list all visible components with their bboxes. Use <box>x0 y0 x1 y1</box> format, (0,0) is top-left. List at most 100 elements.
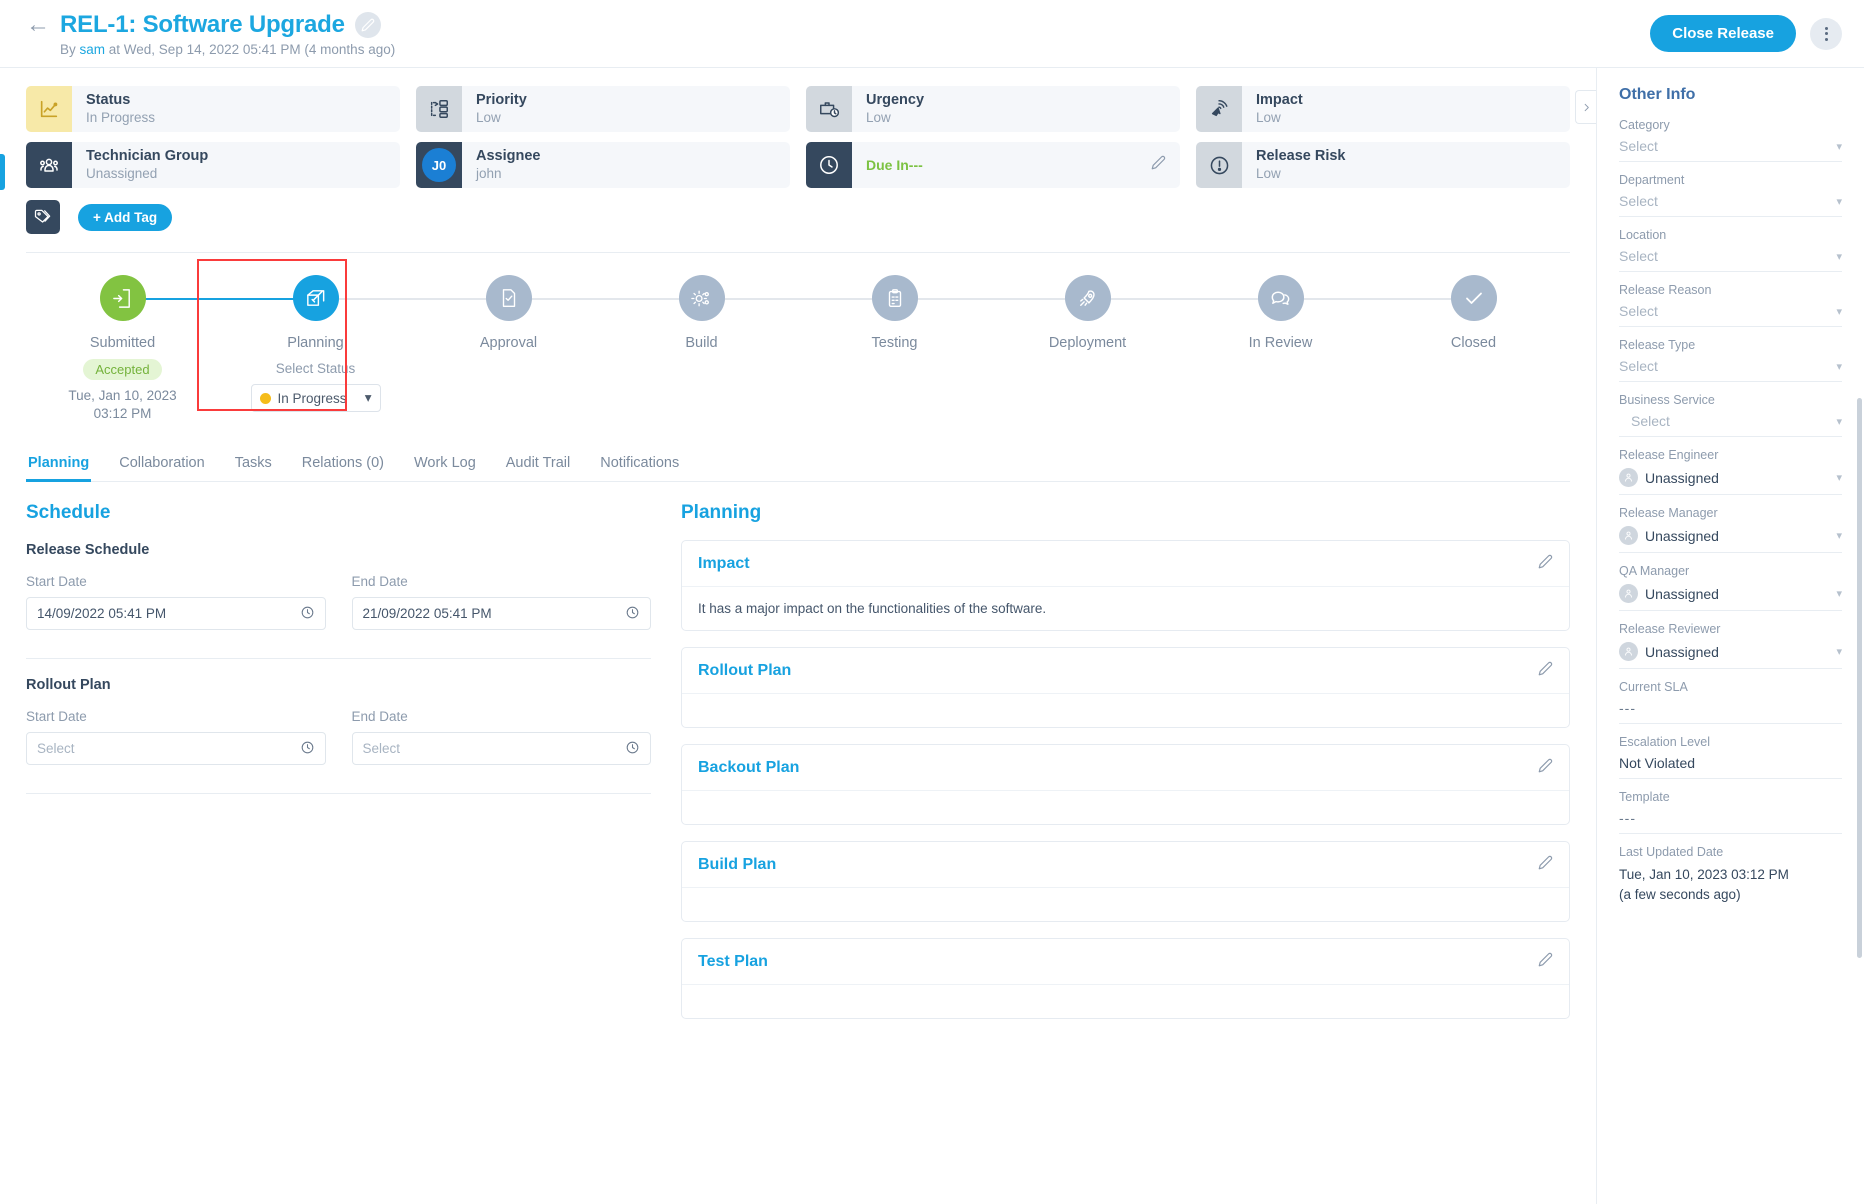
workflow-stepper: Submitted Accepted Tue, Jan 10, 2023 03:… <box>26 275 1570 435</box>
clock-icon[interactable] <box>625 605 640 623</box>
planning-card-impact-head: Impact <box>682 541 1569 586</box>
impact-card-text: Impact Low <box>1242 91 1303 127</box>
step-submitted[interactable]: Submitted Accepted Tue, Jan 10, 2023 03:… <box>26 275 219 423</box>
tab-notifications[interactable]: Notifications <box>598 449 681 481</box>
field-escalation-level-label: Escalation Level <box>1619 735 1842 749</box>
field-last-updated-value: Tue, Jan 10, 2023 03:12 PM <box>1619 865 1842 885</box>
field-release-reviewer-row: Unassigned ▾ <box>1619 642 1842 661</box>
chevron-down-icon: ▾ <box>1836 587 1842 600</box>
field-business-service[interactable]: Business Service Select ▾ <box>1619 393 1842 437</box>
field-release-reason-row: Select ▾ <box>1619 303 1842 319</box>
planning-title: Planning <box>681 502 1570 524</box>
release-risk-value: Low <box>1256 165 1345 183</box>
impact-card[interactable]: Impact Low <box>1196 86 1570 132</box>
field-release-reviewer[interactable]: Release Reviewer Unassigned ▾ <box>1619 622 1842 669</box>
main-column: Status In Progress Priority Low <box>0 68 1596 1204</box>
due-in-pencil-icon[interactable] <box>1151 155 1166 175</box>
field-category[interactable]: Category Select ▾ <box>1619 118 1842 162</box>
rollout-start-input[interactable]: Select <box>26 732 326 765</box>
field-department-value: Select <box>1619 193 1658 209</box>
connector-approval-build <box>509 298 702 300</box>
field-release-reason[interactable]: Release Reason Select ▾ <box>1619 283 1842 327</box>
arrow-left-icon[interactable]: ← <box>26 13 50 37</box>
close-release-button[interactable]: Close Release <box>1650 15 1796 52</box>
field-department[interactable]: Department Select ▾ <box>1619 173 1842 217</box>
tab-tasks[interactable]: Tasks <box>233 449 274 481</box>
pencil-icon[interactable] <box>1538 758 1553 778</box>
field-qa-manager[interactable]: QA Manager Unassigned ▾ <box>1619 564 1842 611</box>
pencil-icon[interactable] <box>1538 661 1553 681</box>
chevron-right-icon[interactable] <box>1575 90 1596 124</box>
info-cards: Status In Progress Priority Low <box>26 68 1570 188</box>
tag-row: + Add Tag <box>26 200 1570 234</box>
field-release-type[interactable]: Release Type Select ▾ <box>1619 338 1842 382</box>
planning-card-rollout-plan-body <box>682 693 1569 727</box>
clipboard-list-icon <box>872 275 918 321</box>
field-release-engineer-row: Unassigned ▾ <box>1619 468 1842 487</box>
rollout-end-field: End Date Select <box>352 709 652 765</box>
step-planning-meta: Select Status In Progress ▾ <box>251 359 381 412</box>
field-release-manager[interactable]: Release Manager Unassigned ▾ <box>1619 506 1842 553</box>
tab-relations[interactable]: Relations (0) <box>300 449 386 481</box>
fingerprint-target-icon <box>1196 86 1242 132</box>
clock-icon[interactable] <box>625 740 640 758</box>
field-template-label: Template <box>1619 790 1842 804</box>
priority-card[interactable]: Priority Low <box>416 86 790 132</box>
subtitle-user-link[interactable]: sam <box>80 42 106 57</box>
page-body: Status In Progress Priority Low <box>0 68 1864 1204</box>
planning-pencil-icon <box>293 275 339 321</box>
people-group-icon <box>26 142 72 188</box>
impact-card-label: Impact <box>1256 91 1303 109</box>
release-risk-card[interactable]: Release Risk Low <box>1196 142 1570 188</box>
field-category-value: Select <box>1619 138 1658 154</box>
user-avatar-icon <box>1619 468 1638 487</box>
release-schedule-fields: Start Date 14/09/2022 05:41 PM End Date <box>26 574 651 630</box>
field-current-sla-row: --- <box>1619 700 1842 716</box>
tag-icon <box>26 200 60 234</box>
urgency-card-value: Low <box>866 109 924 127</box>
planning-card-test-plan-body <box>682 984 1569 1018</box>
pencil-icon[interactable] <box>1538 855 1553 875</box>
release-start-input[interactable]: 14/09/2022 05:41 PM <box>26 597 326 630</box>
tab-planning[interactable]: Planning <box>26 449 91 481</box>
rollout-end-label: End Date <box>352 709 652 724</box>
workflow-steps: Submitted Accepted Tue, Jan 10, 2023 03:… <box>26 275 1570 423</box>
field-release-manager-value: Unassigned <box>1645 528 1719 544</box>
chevron-down-icon: ▾ <box>1836 360 1842 373</box>
status-select[interactable]: In Progress ▾ <box>251 384 381 412</box>
clock-icon[interactable] <box>300 740 315 758</box>
clock-icon[interactable] <box>300 605 315 623</box>
field-last-updated-relative: (a few seconds ago) <box>1619 885 1842 905</box>
add-tag-button[interactable]: + Add Tag <box>78 204 172 231</box>
kebab-menu-icon[interactable] <box>1810 18 1842 50</box>
header-actions: Close Release <box>1650 15 1842 52</box>
due-in-card[interactable]: Due In--- <box>806 142 1180 188</box>
technician-group-value: Unassigned <box>86 165 208 183</box>
pencil-icon[interactable] <box>355 12 381 38</box>
technician-group-card[interactable]: Technician Group Unassigned <box>26 142 400 188</box>
planning-card-rollout-plan: Rollout Plan <box>681 647 1570 728</box>
release-end-input[interactable]: 21/09/2022 05:41 PM <box>352 597 652 630</box>
subtitle-rest: at Wed, Sep 14, 2022 05:41 PM (4 months … <box>105 42 395 57</box>
status-card[interactable]: Status In Progress <box>26 86 400 132</box>
field-location[interactable]: Location Select ▾ <box>1619 228 1842 272</box>
tab-collaboration[interactable]: Collaboration <box>117 449 206 481</box>
release-detail-page: ← REL-1: Software Upgrade By sam at Wed,… <box>0 0 1864 1204</box>
other-info-sidebar: Other Info Category Select ▾ Department … <box>1596 68 1864 1204</box>
field-release-engineer[interactable]: Release Engineer Unassigned ▾ <box>1619 448 1842 495</box>
pencil-icon[interactable] <box>1538 554 1553 574</box>
planning-card-build-plan-title: Build Plan <box>698 856 776 874</box>
assignee-card[interactable]: J0 Assignee john <box>416 142 790 188</box>
tab-work-log[interactable]: Work Log <box>412 449 478 481</box>
planning-card-backout-plan-head: Backout Plan <box>682 745 1569 790</box>
urgency-card[interactable]: Urgency Low <box>806 86 1180 132</box>
chart-line-icon <box>26 86 72 132</box>
sidebar-scrollbar[interactable] <box>1857 398 1862 958</box>
tab-audit-trail[interactable]: Audit Trail <box>504 449 572 481</box>
pencil-icon[interactable] <box>1538 952 1553 972</box>
rollout-end-input[interactable]: Select <box>352 732 652 765</box>
schedule-title: Schedule <box>26 502 651 524</box>
field-release-type-label: Release Type <box>1619 338 1842 352</box>
field-release-type-value: Select <box>1619 358 1658 374</box>
check-icon <box>1451 275 1497 321</box>
